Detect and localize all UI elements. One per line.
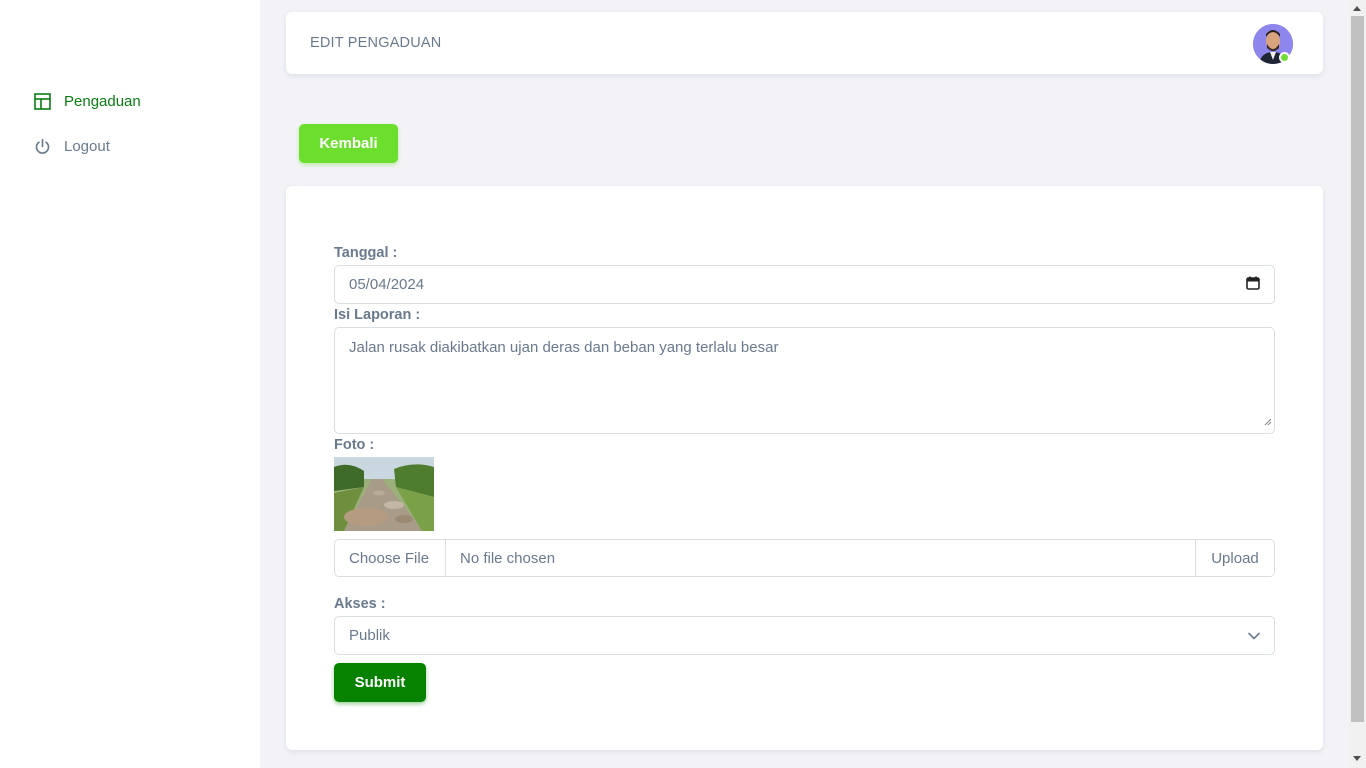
report-textarea[interactable]: Jalan rusak diakibatkan ujan deras dan b…: [334, 327, 1275, 434]
edit-form-card: Tanggal : 05/04/2024 Isi Laporan : Jalan…: [286, 186, 1323, 750]
calendar-icon[interactable]: [1246, 276, 1260, 294]
scroll-down-icon[interactable]: [1353, 756, 1361, 761]
report-label: Isi Laporan :: [334, 307, 421, 323]
file-name-text: No file chosen: [460, 549, 556, 567]
report-text: Jalan rusak diakibatkan ujan deras dan b…: [349, 339, 779, 356]
sidebar-item-logout[interactable]: Logout: [33, 137, 110, 155]
sidebar-item-label: Logout: [64, 137, 110, 155]
sidebar-item-pengaduan[interactable]: Pengaduan: [33, 92, 141, 110]
photo-label: Foto :: [334, 437, 375, 453]
upload-button[interactable]: Upload: [1195, 540, 1274, 576]
access-select[interactable]: Publik: [334, 616, 1275, 655]
resize-grip-icon[interactable]: [1264, 412, 1272, 432]
vertical-scrollbar[interactable]: [1349, 0, 1366, 768]
back-button[interactable]: Kembali: [299, 124, 398, 163]
date-label: Tanggal :: [334, 245, 398, 261]
file-upload-group: Choose File No file chosen Upload: [334, 539, 1275, 577]
page-title: EDIT PENGADUAN: [310, 35, 442, 51]
access-label: Akses :: [334, 596, 386, 612]
report-photo: [334, 457, 434, 531]
online-status-dot: [1279, 52, 1290, 63]
power-icon: [33, 137, 51, 155]
topbar: EDIT PENGADUAN: [286, 12, 1323, 74]
scroll-up-icon[interactable]: [1353, 6, 1361, 11]
scroll-thumb[interactable]: [1351, 16, 1364, 722]
access-selected-value: Publik: [349, 627, 390, 644]
sidebar-item-label: Pengaduan: [64, 92, 141, 110]
layout-icon: [33, 92, 51, 110]
choose-file-button[interactable]: Choose File: [335, 540, 446, 576]
date-value: 05/04/2024: [349, 276, 425, 293]
chevron-down-icon: [1248, 627, 1260, 644]
date-input[interactable]: 05/04/2024: [334, 265, 1275, 304]
sidebar: Pengaduan Logout: [0, 0, 260, 768]
submit-button[interactable]: Submit: [334, 663, 426, 702]
